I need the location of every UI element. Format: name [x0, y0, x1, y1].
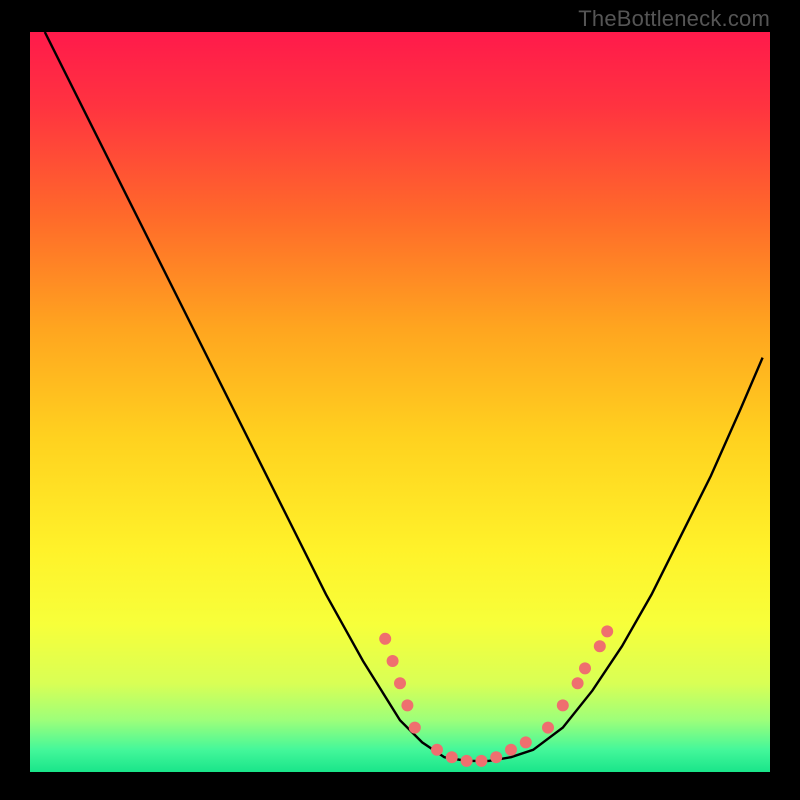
highlight-dot [601, 625, 613, 637]
highlight-dot [520, 736, 532, 748]
watermark-text: TheBottleneck.com [578, 6, 770, 32]
chart-frame [30, 32, 770, 772]
highlight-dot [379, 633, 391, 645]
highlight-dot [394, 677, 406, 689]
highlight-dot [401, 699, 413, 711]
highlight-dot [579, 662, 591, 674]
highlight-dot [594, 640, 606, 652]
highlight-dot [557, 699, 569, 711]
highlight-dot [431, 744, 443, 756]
highlight-dot [409, 722, 421, 734]
highlight-dot [572, 677, 584, 689]
highlight-dot [446, 751, 458, 763]
highlight-dot [387, 655, 399, 667]
highlight-dot [490, 751, 502, 763]
highlight-dot [475, 755, 487, 767]
highlight-dot [461, 755, 473, 767]
bottleneck-chart [30, 32, 770, 772]
chart-background [30, 32, 770, 772]
highlight-dot [505, 744, 517, 756]
highlight-dot [542, 722, 554, 734]
